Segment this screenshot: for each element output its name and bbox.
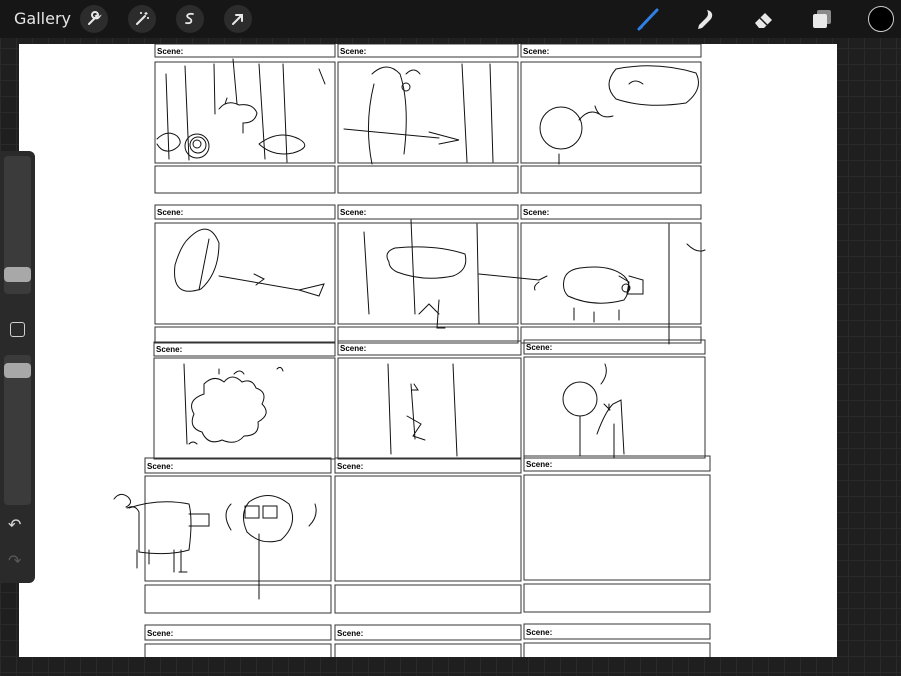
scene-label: Scene: (147, 462, 173, 471)
scene-notes-box (520, 326, 702, 344)
selection-icon[interactable] (176, 5, 204, 33)
scene-notes-box (144, 584, 332, 614)
top-toolbar: Gallery (0, 0, 901, 38)
modifier-square-icon[interactable] (10, 322, 25, 337)
brush-size-thumb[interactable] (4, 267, 31, 282)
scene-notes-box (520, 165, 702, 194)
scene-notes-box (154, 165, 336, 194)
magic-wand-icon[interactable] (128, 5, 156, 33)
redo-icon[interactable]: ↷ (8, 551, 21, 571)
undo-icon[interactable]: ↶ (8, 515, 21, 535)
wrench-icon[interactable] (80, 5, 108, 33)
scene-label: Scene: (523, 208, 549, 217)
scene-label: Scene: (523, 47, 549, 56)
scene-frame (523, 474, 711, 581)
scene-frame (337, 222, 519, 325)
left-sidebar: ↶ ↷ (0, 151, 35, 583)
scene-frame (144, 643, 332, 665)
scene-frame (154, 222, 336, 325)
scene-notes-box (337, 165, 519, 194)
scene-label: Scene: (340, 208, 366, 217)
scene-label: Scene: (157, 47, 183, 56)
scene-label: Scene: (526, 343, 552, 352)
scene-notes-box (154, 326, 336, 344)
scene-frame (520, 222, 702, 325)
scene-label: Scene: (337, 629, 363, 638)
sketch-strokes (113, 58, 706, 600)
drawing-canvas[interactable]: Scene: Scene: Scene: Scene: Scene: Scene… (19, 43, 837, 665)
scene-frame (153, 357, 336, 460)
layers-icon[interactable] (808, 6, 836, 32)
scene-frame (337, 357, 522, 460)
gallery-button[interactable]: Gallery (14, 9, 71, 28)
scene-frame (144, 475, 332, 582)
scene-label: Scene: (156, 345, 182, 354)
storyboard-artwork: Scene: Scene: Scene: Scene: Scene: Scene… (113, 43, 711, 665)
eraser-icon[interactable] (750, 6, 778, 32)
scene-label: Scene: (157, 208, 183, 217)
color-picker-swatch[interactable] (868, 6, 894, 32)
scene-frame (523, 642, 711, 664)
scene-label: Scene: (147, 629, 173, 638)
scene-notes-box (334, 584, 522, 614)
scene-label: Scene: (340, 344, 366, 353)
scene-frame (154, 61, 336, 164)
transform-arrow-icon[interactable] (224, 5, 252, 33)
brush-icon[interactable] (634, 6, 662, 32)
scene-notes-box (523, 583, 711, 613)
scene-label: Scene: (337, 462, 363, 471)
scene-frame (334, 643, 522, 665)
scene-label: Scene: (526, 460, 552, 469)
smudge-icon[interactable] (691, 6, 719, 32)
scene-label: Scene: (526, 628, 552, 637)
scene-frame (334, 475, 522, 582)
scene-label: Scene: (340, 47, 366, 56)
opacity-thumb[interactable] (4, 363, 31, 378)
